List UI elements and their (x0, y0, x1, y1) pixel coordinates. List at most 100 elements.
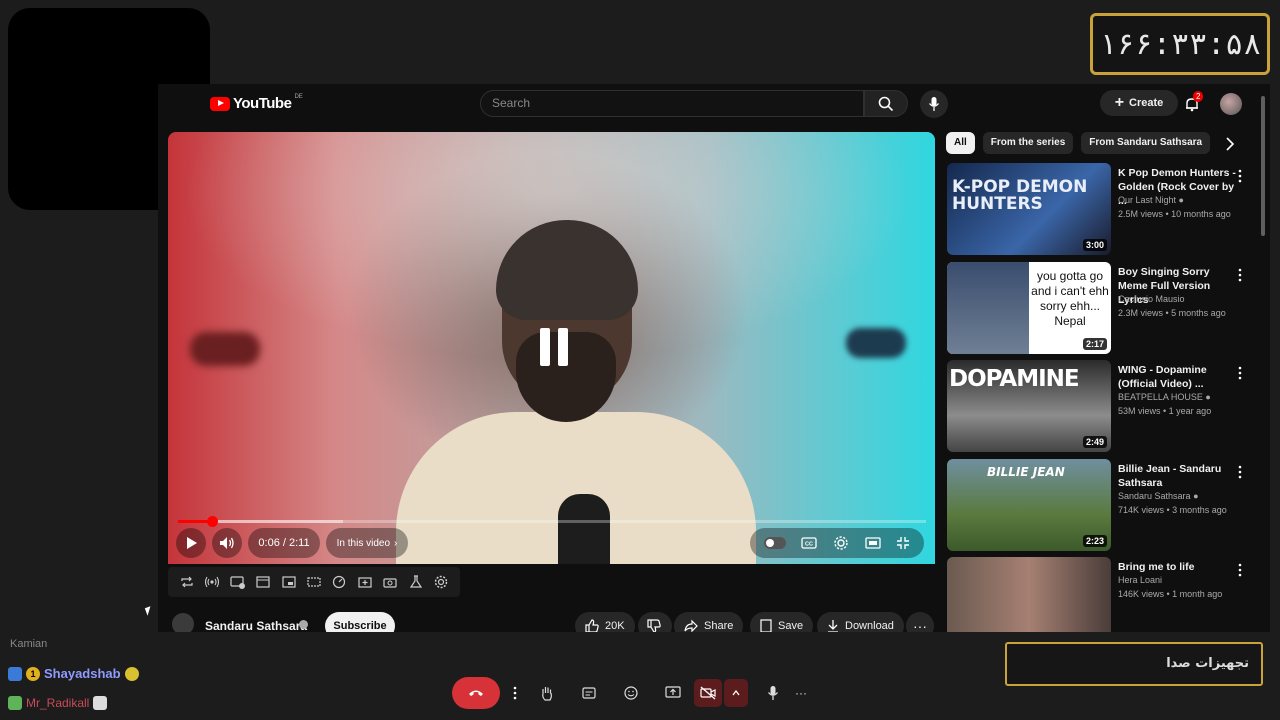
more-vertical-icon[interactable] (1238, 366, 1242, 380)
list-item[interactable]: Bring me to life Hera Loani 146K views •… (947, 557, 1259, 632)
chip-from-series[interactable]: From the series (982, 132, 1074, 154)
autoplay-toggle[interactable] (763, 537, 786, 549)
chip-from-channel[interactable]: From Sandaru Sathsara (1081, 132, 1211, 154)
volume-button[interactable] (212, 528, 242, 558)
call-controls: ··· (452, 677, 812, 709)
speed-icon[interactable] (330, 573, 348, 591)
channel-name[interactable]: Sandaru Sathsara (205, 619, 307, 632)
chip-all[interactable]: All (946, 132, 975, 154)
reactions-button[interactable] (610, 677, 652, 709)
chat-message: Mr_Radikall (8, 696, 108, 710)
film-icon[interactable] (254, 573, 272, 591)
playlist-icon[interactable] (229, 573, 247, 591)
exit-fullscreen-icon[interactable] (896, 536, 910, 550)
mic-options-button[interactable]: ··· (790, 677, 812, 709)
chevron-right-icon: › (394, 537, 398, 549)
present-screen-button[interactable] (652, 677, 694, 709)
video-channel[interactable]: Our Last Night ● (1118, 195, 1184, 205)
bookmark-icon (760, 619, 772, 632)
crop-icon[interactable] (305, 573, 323, 591)
in-this-video-button[interactable]: In this video › (326, 528, 408, 558)
dislike-button[interactable] (638, 612, 672, 632)
raise-hand-button[interactable] (526, 677, 568, 709)
broadcast-icon[interactable] (203, 573, 221, 591)
gear-icon[interactable] (432, 573, 450, 591)
youtube-logo[interactable]: YouTube DE (210, 94, 303, 112)
miniplayer-icon[interactable] (864, 537, 881, 549)
right-controls: CC (750, 528, 924, 558)
thumbnail-text: BILLIE JEAN (987, 464, 1065, 479)
video-channel[interactable]: Hera Loani (1118, 575, 1162, 585)
youtube-header: YouTube DE Search + Create 2 (158, 84, 1270, 124)
more-vertical-icon[interactable] (1238, 268, 1242, 282)
list-item[interactable]: DOPAMINE 2:49 WING - Dopamine (Official … (947, 360, 1259, 459)
search-button[interactable] (864, 90, 908, 117)
download-button[interactable]: Download (817, 612, 904, 632)
video-channel[interactable]: BEATPELLA HOUSE ● (1118, 392, 1211, 402)
video-title[interactable]: Billie Jean - Sandaru Sathsara (1118, 462, 1236, 490)
share-label: Share (704, 620, 734, 632)
settings-icon[interactable] (833, 535, 849, 551)
list-item[interactable]: K-POP DEMON HUNTERS 3:00 K Pop Demon Hun… (947, 163, 1259, 262)
create-label: Create (1129, 97, 1164, 109)
channel-avatar[interactable] (172, 613, 194, 632)
video-background-light (846, 328, 906, 358)
save-button[interactable]: Save (750, 612, 814, 632)
video-stats: 2.3M views • 5 months ago (1118, 307, 1226, 318)
video-player[interactable]: 0:06 / 2:11 In this video › CC (168, 132, 935, 564)
thumbnail-text: you gotta go and i can't ehh sorry ehh..… (1031, 268, 1109, 328)
more-vertical-icon[interactable] (1238, 465, 1242, 479)
chevron-right-icon[interactable] (1222, 136, 1238, 152)
more-vertical-icon[interactable] (504, 677, 526, 709)
like-button[interactable]: 20K (575, 612, 635, 632)
video-stats: 2.5M views • 10 months ago (1118, 209, 1231, 219)
share-button[interactable]: Share (674, 612, 744, 632)
duration-badge: 2:23 (1082, 534, 1107, 547)
account-avatar[interactable] (1220, 93, 1242, 115)
list-item[interactable]: BILLIE JEAN 2:23 Billie Jean - Sandaru S… (947, 458, 1259, 558)
scrollbar-thumb[interactable] (1261, 96, 1265, 236)
mouse-cursor-icon (144, 606, 154, 616)
play-button[interactable] (176, 528, 206, 558)
captions-button[interactable] (568, 677, 610, 709)
microphone-button[interactable] (756, 677, 790, 709)
camera-toggle-button[interactable] (694, 679, 722, 707)
svg-text:CC: CC (805, 542, 813, 548)
video-thumbnail[interactable]: K-POP DEMON HUNTERS 3:00 (947, 163, 1111, 255)
pip-icon[interactable] (280, 573, 298, 591)
chat-message: 1 Shayadshab (8, 666, 139, 681)
verified-icon: ● (1178, 195, 1184, 205)
level-badge: 1 (26, 666, 40, 681)
subscribe-button[interactable]: Subscribe (325, 612, 395, 632)
create-button[interactable]: + Create (1100, 90, 1178, 116)
notification-badge: 2 (1193, 91, 1204, 102)
scrollbar[interactable] (1260, 96, 1266, 618)
video-thumbnail[interactable]: BILLIE JEAN 2:23 (947, 458, 1111, 551)
video-title[interactable]: Bring me to life (1118, 560, 1236, 574)
list-item[interactable]: you gotta go and i can't ehh sorry ehh..… (947, 261, 1259, 361)
phone-icon (469, 690, 483, 696)
hang-up-button[interactable] (452, 677, 500, 709)
notifications-button[interactable]: 2 (1180, 91, 1204, 116)
video-thumbnail[interactable] (947, 557, 1111, 632)
video-channel[interactable]: Cactusio Mausio (1118, 294, 1185, 304)
add-to-icon[interactable] (356, 573, 374, 591)
camera-options-button[interactable] (724, 679, 748, 707)
thumbnail-text: DOPAMINE (949, 366, 1080, 392)
loop-icon[interactable] (178, 573, 196, 591)
screenshot-icon[interactable] (381, 573, 399, 591)
video-thumbnail[interactable]: you gotta go and i can't ehh sorry ehh..… (947, 261, 1111, 354)
more-vertical-icon[interactable] (1238, 563, 1242, 577)
search-input[interactable]: Search (480, 90, 864, 117)
volume-icon (220, 537, 234, 549)
flask-icon[interactable] (407, 573, 425, 591)
captions-icon[interactable]: CC (801, 537, 818, 549)
more-actions-button[interactable]: ··· (906, 612, 934, 632)
video-channel[interactable]: Sandaru Sathsara ● (1118, 491, 1199, 501)
video-thumbnail[interactable]: DOPAMINE 2:49 (947, 360, 1111, 452)
thumbnail-text: K-POP DEMON HUNTERS (952, 177, 1088, 214)
more-vertical-icon[interactable] (1238, 169, 1242, 183)
voice-search-button[interactable] (920, 90, 948, 118)
progress-bar[interactable] (178, 516, 926, 527)
video-title[interactable]: WING - Dopamine (Official Video) ... (1118, 363, 1236, 391)
